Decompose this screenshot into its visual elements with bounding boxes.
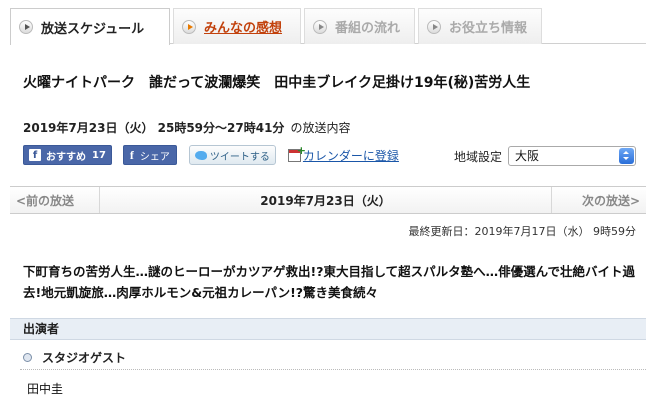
cast-group-label: スタジオゲスト [42,351,127,365]
cast-member: 田中圭 [27,382,64,396]
tweet-button[interactable]: ツイートする [188,145,276,165]
broadcast-info: 2019年7月23日（火） 25時59分～27時41分 の放送内容 [23,119,350,136]
tab-label: みんなの感想 [204,21,283,36]
broadcast-suffix: の放送内容 [290,121,351,135]
facebook-icon: f [129,147,134,162]
broadcast-time: 2019年7月23日（火） 25時59分～27時41分 [23,121,285,135]
calendar-add-icon [287,144,306,162]
select-arrows-icon [619,148,635,164]
facebook-icon: f [29,149,41,161]
play-icon [182,19,196,34]
add-to-calendar-link[interactable]: カレンダーに登録 [287,144,399,164]
program-tabs: 放送スケジュール みんなの感想 番組の流れ お役立ち情報 [10,8,646,45]
next-broadcast-button[interactable]: 次の放送> [551,187,646,213]
current-broadcast-date: 2019年7月23日（火） [260,193,391,208]
facebook-share-label: シェア [139,151,170,163]
calendar-label: カレンダーに登録 [302,148,399,163]
tab-label: 番組の流れ [335,21,401,36]
facebook-like-count: 17 [92,149,106,161]
prev-broadcast-button[interactable]: <前の放送 [10,187,100,213]
tab-label: お役立ち情報 [449,21,528,36]
cast-section-header: 出演者 [10,318,646,340]
divider [20,369,646,370]
cast-group: スタジオゲスト [23,349,126,366]
twitter-bird-icon [194,150,207,160]
play-icon [427,19,441,34]
social-row: f おすすめ 17 f シェア ツイートする カレンダーに登録 [23,144,399,165]
play-icon [313,19,327,34]
last-updated: 最終更新日：2019年7月17日（水） 9時59分 [408,225,636,238]
date-navigation: <前の放送 2019年7月23日（火） 次の放送> [10,186,646,214]
tab-useful-info[interactable]: お役立ち情報 [418,8,542,44]
tweet-label: ツイートする [209,151,270,163]
play-icon [19,20,33,34]
bullet-icon [23,353,32,362]
tab-impressions[interactable]: みんなの感想 [173,8,301,44]
tab-label: 放送スケジュール [41,21,145,37]
facebook-like-label: おすすめ [46,151,86,163]
region-select[interactable]: 大阪 [508,146,637,166]
tab-program-flow[interactable]: 番組の流れ [304,8,415,44]
tab-schedule[interactable]: 放送スケジュール [10,8,170,45]
facebook-share-button[interactable]: f シェア [122,145,177,165]
region-setting: 地域設定 大阪 [454,146,637,166]
region-selected-value: 大阪 [515,149,540,163]
program-title: 火曜ナイトパーク 誰だって波瀾爆笑 田中圭ブレイク足掛け19年(秘)苦労人生 [23,75,531,91]
program-summary: 下町育ちの苦労人生…謎のヒーローがカツアゲ救出!?東大目指して超スパルタ塾へ…俳… [23,264,635,300]
region-label: 地域設定 [454,149,503,164]
facebook-like-button[interactable]: f おすすめ 17 [23,145,112,165]
